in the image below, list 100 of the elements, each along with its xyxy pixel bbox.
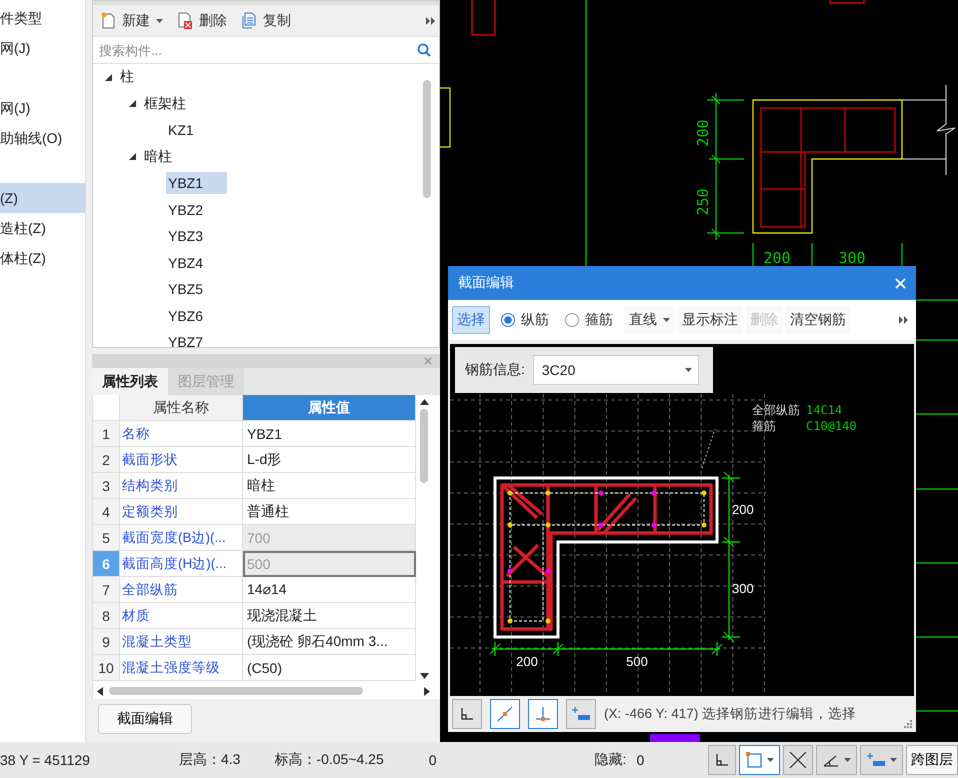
- dimension-label: 200: [763, 249, 791, 267]
- rectangle-icon: [745, 751, 763, 769]
- scrollbar-thumb[interactable]: [109, 687, 363, 695]
- property-name: 混凝土强度等级: [120, 655, 243, 681]
- coordinates-readout: 38 Y = 451129: [0, 752, 90, 768]
- snap-tool-button[interactable]: [708, 745, 736, 775]
- legend-label: 全部纵筋: [752, 403, 800, 417]
- sidebar-item[interactable]: 网(J): [0, 33, 85, 63]
- radio-button[interactable]: 箍筋: [560, 306, 622, 334]
- search-icon: [417, 43, 431, 57]
- tree-item[interactable]: YBZ7: [166, 331, 210, 347]
- perpendicular-icon: [534, 705, 552, 723]
- dropdown-caret-icon: [890, 758, 897, 762]
- scroll-up-icon[interactable]: [420, 399, 428, 405]
- toolbar-button[interactable]: 新建: [97, 10, 171, 32]
- row-number: 8: [93, 603, 120, 629]
- corner-icon: [714, 752, 730, 768]
- tree-item[interactable]: YBZ5: [166, 278, 210, 300]
- legend-label: 箍筋: [752, 419, 776, 433]
- row-number: 5: [93, 525, 120, 551]
- layer-bar: [650, 734, 700, 742]
- row-number: 10: [93, 655, 120, 681]
- scroll-down-icon[interactable]: [420, 673, 428, 679]
- cross-icon: [789, 751, 807, 769]
- tree-item[interactable]: YBZ2: [166, 198, 210, 221]
- section-edit-button[interactable]: 截面编辑: [98, 704, 192, 734]
- property-name: 材质: [120, 603, 243, 629]
- radio-button[interactable]: 纵筋: [496, 306, 558, 334]
- expand-triangle-icon[interactable]: [129, 100, 136, 108]
- property-value[interactable]: (现浇砼 卵石40mm 3...: [243, 629, 416, 655]
- scroll-right-icon[interactable]: [424, 686, 430, 696]
- dimension-label: 500: [626, 654, 648, 669]
- toolbar-button[interactable]: 复制: [237, 10, 299, 32]
- tree-item[interactable]: YBZ1: [166, 172, 228, 194]
- sidebar-item[interactable]: 助轴线(O): [0, 123, 85, 153]
- toolbar-button[interactable]: 删除: [173, 10, 235, 32]
- legend-value: C10@140: [806, 419, 857, 433]
- expand-triangle-icon[interactable]: [129, 153, 136, 160]
- property-name: 名称: [120, 421, 243, 447]
- tree-item[interactable]: YBZ3: [166, 225, 210, 248]
- sidebar-item[interactable]: 网(J): [0, 93, 85, 123]
- column-header[interactable]: 属性名称: [120, 395, 243, 421]
- toolbar-button[interactable]: 选择: [452, 306, 490, 334]
- property-value[interactable]: 现浇混凝土: [243, 603, 416, 629]
- count-readout: 0: [428, 752, 437, 768]
- sidebar-item[interactable]: 件类型: [0, 3, 85, 33]
- dimension-label: 250: [694, 188, 712, 216]
- property-value[interactable]: (C50): [243, 655, 416, 681]
- toolbar-button[interactable]: 清空钢筋: [785, 306, 851, 334]
- rebar-info-dropdown[interactable]: 3C20: [532, 355, 699, 385]
- hidden-label: 隐藏:: [594, 751, 626, 769]
- property-value[interactable]: L-d形: [243, 447, 416, 473]
- dimension-label: 200: [516, 654, 538, 669]
- section-canvas[interactable]: 钢筋信息: 3C20 200 300 200 500 全部纵筋 14C14 箍筋 C10@140: [450, 344, 914, 696]
- dimension-label: 200: [694, 119, 712, 147]
- overflow-arrows-icon[interactable]: [899, 316, 908, 324]
- property-value[interactable]: YBZ1: [243, 421, 416, 447]
- sidebar-item[interactable]: 体柱(Z): [0, 243, 85, 273]
- dropdown-button[interactable]: 直线: [624, 306, 675, 334]
- row-number: 2: [93, 447, 120, 473]
- row-number: 6: [93, 551, 120, 577]
- dropdown-caret-icon: [684, 368, 692, 372]
- expand-triangle-icon[interactable]: [105, 74, 112, 81]
- row-number: 3: [93, 473, 120, 499]
- dimension-label: 300: [838, 249, 866, 267]
- snap-tool-button[interactable]: [783, 745, 813, 775]
- overflow-arrows-icon[interactable]: [426, 16, 435, 24]
- scroll-left-icon[interactable]: [97, 686, 103, 696]
- tree-item[interactable]: 柱: [118, 65, 140, 90]
- tree-item[interactable]: 暗柱: [142, 144, 178, 169]
- dialog-title: 截面编辑: [458, 274, 514, 292]
- dropdown-caret-icon: [844, 758, 851, 762]
- scrollbar-thumb[interactable]: [420, 409, 428, 483]
- tree-item[interactable]: 框架柱: [142, 92, 192, 116]
- snap-tool-button[interactable]: [816, 745, 857, 775]
- snap-tool-button[interactable]: [452, 699, 482, 729]
- property-value[interactable]: 暗柱: [243, 473, 416, 499]
- leader-line: [702, 428, 716, 468]
- row-number: 4: [93, 499, 120, 525]
- toolbar-button[interactable]: 显示标注: [677, 306, 743, 334]
- insert-point-icon: [571, 706, 591, 722]
- hidden-count: 0: [636, 752, 644, 768]
- elevation-readout: 标高：-0.05~4.25: [274, 751, 384, 769]
- search-field[interactable]: 搜索构件...: [97, 38, 417, 62]
- property-value[interactable]: 14⌀14: [243, 577, 416, 603]
- dropdown-caret-icon: [663, 318, 670, 322]
- rebar-info-label: 钢筋信息:: [465, 361, 525, 379]
- sidebar-item[interactable]: (Z): [0, 183, 85, 213]
- sidebar-item[interactable]: 造柱(Z): [0, 213, 85, 243]
- tree-item[interactable]: YBZ4: [166, 252, 210, 274]
- column-header[interactable]: 属性值: [243, 395, 416, 421]
- panel-tab[interactable]: 属性列表: [92, 368, 168, 395]
- cross-layer-button[interactable]: 跨图层: [906, 745, 958, 775]
- tree-item[interactable]: YBZ6: [166, 304, 210, 327]
- scrollbar-thumb[interactable]: [423, 80, 431, 198]
- resize-grip-icon[interactable]: [903, 719, 912, 728]
- row-number: 9: [93, 629, 120, 655]
- property-name: 定额类别: [120, 499, 243, 525]
- insert-point-icon: [866, 752, 886, 768]
- tree-item[interactable]: KZ1: [166, 119, 200, 142]
